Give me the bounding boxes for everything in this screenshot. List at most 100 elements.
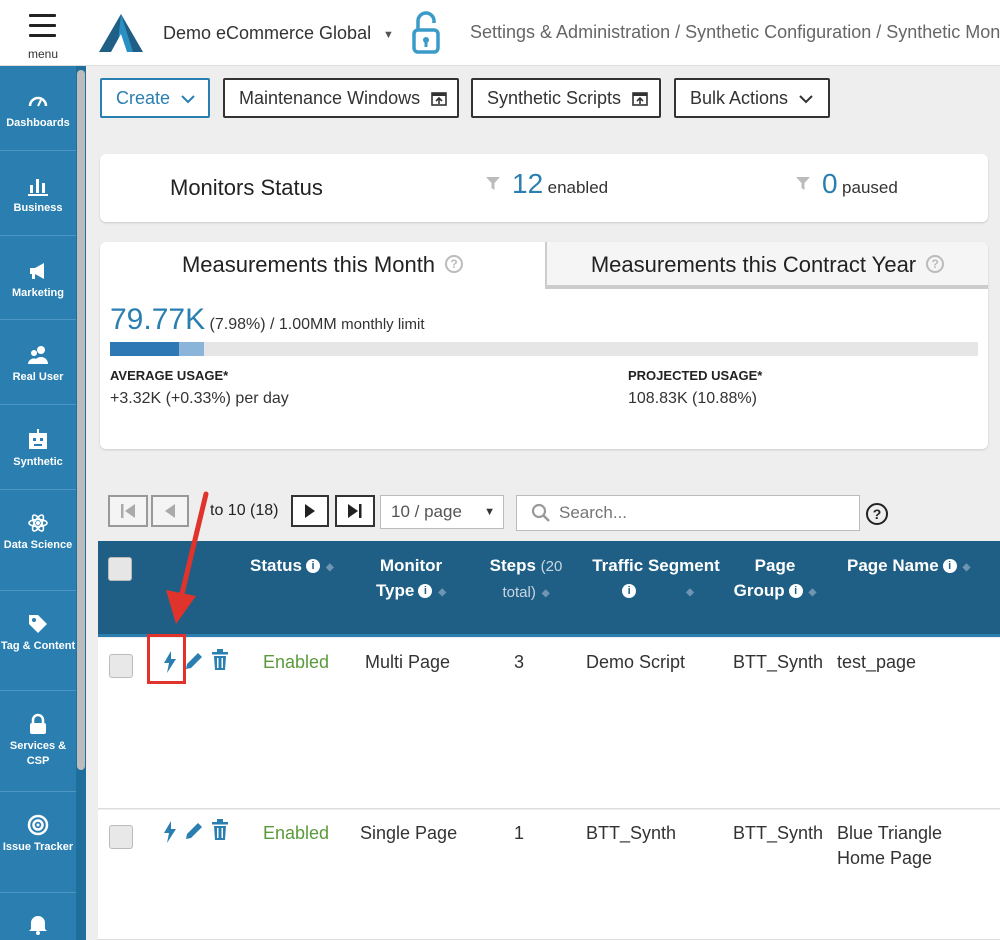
sidebar-item-services-csp[interactable]: Services & CSP [0,691,76,792]
next-page-button[interactable] [291,495,329,527]
sidebar-item-marketing[interactable]: Marketing [0,236,76,320]
bulk-actions-label: Bulk Actions [690,88,789,108]
monitors-status-title: Monitors Status [170,175,323,200]
sidebar-item-data-science[interactable]: Data Science [0,490,76,591]
sidebar-item-label: Services & CSP [9,740,67,767]
sidebar-item-issue-tracker[interactable]: Issue Tracker [0,792,76,893]
page-group: BTT_Synth [733,823,824,843]
steps-count: 3 [514,652,525,672]
paused-filter[interactable]: 0 paused [796,168,898,200]
delete-icon[interactable] [211,649,229,671]
enabled-filter[interactable]: 12 enabled [486,168,608,200]
per-page-value: 10 / page [391,502,462,521]
sidebar-scrollbar[interactable] [76,66,86,940]
header-traffic-segment-label: Traffic Segment [592,556,720,575]
header-monitor-type[interactable]: Monitor Type i ◆ [366,553,456,605]
tab-month-label: Measurements this Month [181,252,436,277]
run-now-icon[interactable] [163,821,177,843]
table-header: Status i ◆ Monitor Type i ◆ Steps (20 total)… [98,541,1000,637]
chevron-down-icon [181,95,195,104]
sort-icon[interactable]: ◆ [542,588,550,599]
open-window-icon [632,92,648,107]
sort-icon[interactable]: ◆ [326,562,334,573]
row-checkbox[interactable] [109,825,133,849]
sidebar-item-label: Dashboards [6,117,70,129]
average-usage-value: +3.32K (+0.33%) per day [110,390,289,407]
sidebar-item-dashboards[interactable]: Dashboards [0,66,76,151]
page-name: Blue Triangle Home Page [837,821,942,871]
last-page-button[interactable] [335,495,375,527]
tab-measurements-year[interactable]: Measurements this Contract Year? [545,242,988,289]
bell-icon [29,916,47,935]
help-icon[interactable]: ? [445,255,464,273]
maintenance-windows-label: Maintenance Windows [239,88,421,108]
usage-summary: 79.77K (7.98%) / 1.00MM monthly limit [110,303,425,337]
unlock-icon[interactable] [410,10,442,56]
info-icon[interactable]: i [418,584,433,598]
page-name-line: test_page [837,652,917,672]
help-icon[interactable]: ? [926,255,945,273]
sort-icon[interactable]: ◆ [809,587,817,598]
chevron-down-icon [799,95,813,104]
create-button[interactable]: Create [100,78,210,118]
header-page-group-label-2: Group [733,581,785,600]
tab-measurements-month[interactable]: Measurements this Month? [100,242,545,288]
sidebar-item-business[interactable]: Business [0,151,76,236]
sort-icon[interactable]: ◆ [438,587,446,598]
header-page-name[interactable]: Page Name i ◆ [847,553,970,580]
delete-icon[interactable] [211,819,229,841]
sort-icon[interactable]: ◆ [686,587,694,598]
maintenance-windows-button[interactable]: Maintenance Windows [223,78,459,118]
header-page-group-label: Page [754,556,796,575]
select-all-checkbox[interactable] [108,557,132,581]
org-selector[interactable]: Demo eCommerce Global [163,23,371,44]
caret-down-icon: ▼ [484,506,495,518]
projected-usage-label: PROJECTED USAGE* [628,368,763,383]
search-box[interactable] [516,495,860,531]
enabled-label: enabled [547,178,609,197]
header-traffic-segment[interactable]: Traffic Segment i ◆ [586,553,726,605]
sort-icon[interactable]: ◆ [963,562,971,573]
projected-usage-value: 108.83K (10.88%) [628,390,757,407]
info-icon[interactable]: i [622,584,637,598]
page-name-line-2: Home Page [837,848,933,868]
row-checkbox[interactable] [109,654,133,678]
usage-detail: (7.98%) / 1.00MM [209,316,337,333]
scrollbar-thumb[interactable] [77,70,85,770]
header-page-group[interactable]: Page Group i ◆ [730,553,820,605]
page-name: test_page [837,650,916,675]
usage-progress-fill [110,342,179,356]
top-header: menu Demo eCommerce Global ▼ Settings & … [0,0,1000,66]
edit-icon[interactable] [184,821,204,841]
tag-icon [29,615,47,633]
hamburger-icon [29,14,56,44]
filter-icon [486,177,500,190]
sidebar-item-real-user[interactable]: Real User [0,320,76,405]
monitor-type: Multi Page [365,652,451,672]
per-page-select[interactable]: 10 / page ▼ [380,495,504,529]
sidebar-item-tag-content[interactable]: Tag & Content [0,591,76,691]
search-input[interactable] [559,502,849,524]
synthetic-scripts-button[interactable]: Synthetic Scripts [471,78,661,118]
edit-icon[interactable] [184,651,204,671]
help-icon[interactable]: ? [866,503,888,525]
header-steps[interactable]: Steps (20 total) ◆ [481,553,571,606]
breadcrumb: Settings & Administration / Synthetic Co… [470,22,1000,42]
info-icon[interactable]: i [305,559,320,573]
menu-button[interactable]: menu [0,0,86,66]
blue-triangle-logo[interactable] [97,12,145,54]
usage-limit-label: monthly limit [341,316,425,333]
last-page-icon [348,504,362,518]
sidebar-item-synthetic[interactable]: Synthetic [0,405,76,490]
sidebar-item-notifications[interactable] [0,893,76,940]
info-icon[interactable]: i [788,584,803,598]
bulk-actions-button[interactable]: Bulk Actions [674,78,830,118]
filter-icon [796,177,810,190]
header-status[interactable]: Status i ◆ [250,553,334,580]
caret-down-icon[interactable]: ▼ [383,29,394,41]
first-page-button[interactable] [108,495,148,527]
sidebar: Dashboards Business Marketing Real User … [0,66,86,940]
info-icon[interactable]: i [942,559,957,573]
table-row: Enabled Single Page 1 BTT_Synth BTT_Synt… [98,810,1000,940]
header-steps-sub: (20 [540,558,563,575]
